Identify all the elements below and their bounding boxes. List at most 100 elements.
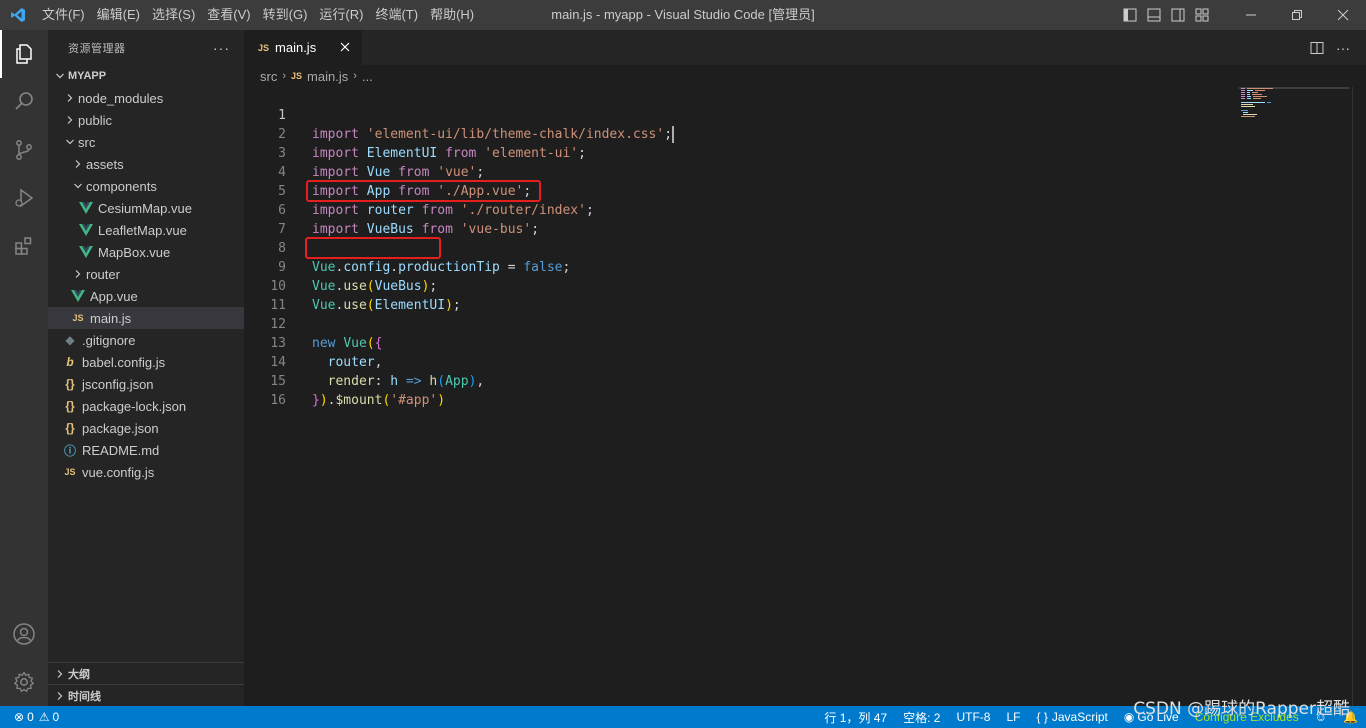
code-line: 2 import ElementUI from 'element-ui'; <box>244 106 1234 161</box>
menu-run[interactable]: 运行(R) <box>313 0 369 30</box>
code-line: 15 }).$mount('#app') <box>244 353 1234 408</box>
tree-label: LeafletMap.vue <box>98 222 187 238</box>
breadcrumb-file[interactable]: main.js <box>307 69 348 84</box>
end-of-line[interactable]: LF <box>998 706 1028 728</box>
toggle-panel-icon[interactable] <box>1142 0 1166 30</box>
customize-layout-icon[interactable] <box>1190 0 1214 30</box>
editor-more-actions-icon[interactable]: ··· <box>1330 35 1356 61</box>
tree-file-mapbox[interactable]: MapBox.vue <box>48 241 244 263</box>
account-icon[interactable] <box>0 610 48 658</box>
outline-section-header[interactable]: 大纲 <box>48 662 244 684</box>
chevron-right-icon <box>70 266 86 282</box>
menu-bar: 文件(F) 编辑(E) 选择(S) 查看(V) 转到(G) 运行(R) 终端(T… <box>36 0 480 30</box>
toggle-sidebar-icon[interactable] <box>1118 0 1142 30</box>
tree-folder-assets[interactable]: assets <box>48 153 244 175</box>
run-debug-icon[interactable] <box>0 174 48 222</box>
code-line: 1 import 'element-ui/lib/theme-chalk/ind… <box>244 87 1234 143</box>
highlight-box-vue-use-vuebus <box>305 237 441 259</box>
project-section-header[interactable]: MYAPP <box>48 65 244 87</box>
chevron-right-icon <box>52 688 68 704</box>
tree-file-cesiummap[interactable]: CesiumMap.vue <box>48 197 244 219</box>
chevron-down-icon <box>62 134 78 150</box>
tree-file-gitignore[interactable]: ◆ .gitignore <box>48 329 244 351</box>
tree-label: assets <box>86 156 124 172</box>
tree-file-readme[interactable]: ⓘ README.md <box>48 439 244 461</box>
tree-file-jsconfig[interactable]: {} jsconfig.json <box>48 373 244 395</box>
git-file-icon: ◆ <box>65 333 75 347</box>
code-line: 4 import App from './App.vue'; <box>244 144 1234 199</box>
search-icon[interactable] <box>0 78 48 126</box>
error-count: 0 <box>27 710 34 724</box>
js-file-icon: JS <box>64 467 76 477</box>
tree-file-package-lock[interactable]: {} package-lock.json <box>48 395 244 417</box>
code-line: 7 <box>244 201 1234 237</box>
editor-scrollbar[interactable] <box>1352 87 1353 706</box>
explorer-icon[interactable] <box>0 30 48 78</box>
vue-file-icon <box>78 244 94 260</box>
title-bar: 文件(F) 编辑(E) 选择(S) 查看(V) 转到(G) 运行(R) 终端(T… <box>0 0 1366 30</box>
json-file-icon: {} <box>65 377 75 391</box>
code-line: 13 router, <box>244 315 1234 370</box>
chevron-down-icon <box>52 68 68 84</box>
close-window-icon[interactable] <box>1320 0 1366 30</box>
indentation[interactable]: 空格: 2 <box>895 706 948 728</box>
babel-file-icon: b <box>66 355 74 369</box>
encoding[interactable]: UTF-8 <box>948 706 998 728</box>
settings-gear-icon[interactable] <box>0 658 48 706</box>
menu-file[interactable]: 文件(F) <box>36 0 91 30</box>
json-file-icon: {} <box>65 399 75 413</box>
tab-bar: JS main.js ··· <box>244 30 1366 65</box>
cursor-position[interactable]: 行 1，列 47 <box>816 706 895 728</box>
vue-file-icon <box>78 222 94 238</box>
json-file-icon: {} <box>65 421 75 435</box>
breadcrumb-more[interactable]: ... <box>362 69 373 84</box>
close-tab-icon[interactable] <box>338 40 352 54</box>
chevron-right-icon <box>62 112 78 128</box>
tree-label: router <box>86 266 120 282</box>
tree-file-vue-config[interactable]: JS vue.config.js <box>48 461 244 483</box>
breadcrumb-chevron-icon: › <box>282 70 287 82</box>
js-file-icon: JS <box>291 71 303 81</box>
timeline-label: 时间线 <box>68 690 101 703</box>
tree-folder-src[interactable]: src <box>48 131 244 153</box>
code-line: 3 import Vue from 'vue'; <box>244 125 1234 180</box>
tab-label: main.js <box>275 40 317 55</box>
code-editor[interactable]: 1 import 'element-ui/lib/theme-chalk/ind… <box>244 87 1234 408</box>
code-line: 16 <box>244 372 1234 408</box>
restore-icon[interactable] <box>1274 0 1320 30</box>
minimap[interactable] <box>1239 87 1349 127</box>
menu-selection[interactable]: 选择(S) <box>146 0 201 30</box>
tab-main-js[interactable]: JS main.js <box>244 30 362 65</box>
extensions-icon[interactable] <box>0 222 48 270</box>
vscode-logo-icon[interactable] <box>0 0 36 30</box>
menu-terminal[interactable]: 终端(T) <box>369 0 424 30</box>
problems-indicator[interactable]: ⊗ 0 ⚠ 0 <box>14 706 63 728</box>
braces-icon: { } <box>1036 710 1048 724</box>
source-control-icon[interactable] <box>0 126 48 174</box>
tree-label: src <box>78 134 96 150</box>
language-mode[interactable]: { } JavaScript <box>1028 706 1115 728</box>
tree-folder-public[interactable]: public <box>48 109 244 131</box>
menu-go[interactable]: 转到(G) <box>257 0 314 30</box>
tree-folder-node-modules[interactable]: node_modules <box>48 87 244 109</box>
split-editor-icon[interactable] <box>1304 35 1330 61</box>
menu-edit[interactable]: 编辑(E) <box>91 0 146 30</box>
string: '#app' <box>390 393 438 408</box>
tree-folder-components[interactable]: components <box>48 175 244 197</box>
tree-folder-router[interactable]: router <box>48 263 244 285</box>
minimize-icon[interactable] <box>1228 0 1274 30</box>
breadcrumb-folder[interactable]: src <box>260 69 277 84</box>
chevron-right-icon <box>70 156 86 172</box>
tree-label: jsconfig.json <box>82 376 154 392</box>
menu-view[interactable]: 查看(V) <box>201 0 256 30</box>
toggle-secondary-sidebar-icon[interactable] <box>1166 0 1190 30</box>
more-actions-icon[interactable]: ··· <box>213 40 230 56</box>
tree-label: App.vue <box>90 288 138 304</box>
menu-help[interactable]: 帮助(H) <box>424 0 480 30</box>
tree-file-main-js[interactable]: JS main.js <box>48 307 244 329</box>
tree-file-babel-config[interactable]: b babel.config.js <box>48 351 244 373</box>
tree-file-leafletmap[interactable]: LeafletMap.vue <box>48 219 244 241</box>
tree-file-app-vue[interactable]: App.vue <box>48 285 244 307</box>
tree-file-package-json[interactable]: {} package.json <box>48 417 244 439</box>
timeline-section-header[interactable]: 时间线 <box>48 684 244 706</box>
